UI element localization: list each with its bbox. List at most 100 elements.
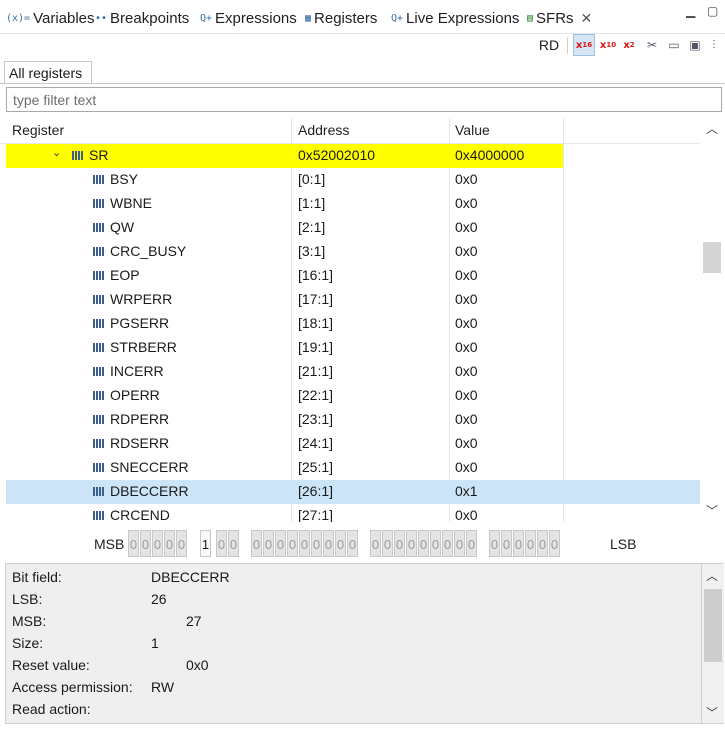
bit-cell[interactable]: 0: [394, 530, 405, 557]
export-icon[interactable]: ▣: [686, 34, 704, 56]
lsb-field-value: 26: [151, 591, 167, 607]
table-row[interactable]: WRPERR [17:1] 0x0: [0, 288, 700, 312]
read-button[interactable]: RD: [537, 34, 561, 56]
bit-cell[interactable]: 0: [323, 530, 334, 557]
register-icon: [72, 150, 85, 160]
scroll-up-icon[interactable]: ︿: [706, 567, 718, 584]
maximize-icon[interactable]: ▢: [707, 4, 718, 18]
table-row[interactable]: BSY [0:1] 0x0: [0, 168, 700, 192]
bit-cell[interactable]: 0: [311, 530, 322, 557]
bit-cell-set[interactable]: 1: [200, 530, 211, 557]
field-name-cell: QW: [93, 219, 134, 235]
scroll-up-icon[interactable]: ︿: [706, 120, 718, 137]
field-name: CRCEND: [110, 507, 170, 522]
collapse-chevron-icon[interactable]: ⌄: [52, 146, 61, 159]
close-icon[interactable]: ✕: [581, 10, 593, 27]
bit-cell[interactable]: 0: [176, 530, 187, 557]
lsb-label: LSB: [610, 536, 637, 552]
table-row[interactable]: RDSERR [24:1] 0x0: [0, 432, 700, 456]
tab-variables[interactable]: (x)= Variables: [6, 6, 95, 30]
scrollbar-thumb[interactable]: [704, 589, 722, 662]
column-header-register[interactable]: Register: [12, 122, 64, 138]
bitfield-icon: [93, 462, 106, 472]
table-row[interactable]: CRC_BUSY [3:1] 0x0: [0, 240, 700, 264]
column-header-address[interactable]: Address: [298, 122, 349, 138]
bit-cell[interactable]: 0: [164, 530, 175, 557]
bit-cell[interactable]: 0: [454, 530, 465, 557]
bit-cell[interactable]: 0: [537, 530, 548, 557]
field-address: [17:1]: [298, 291, 334, 307]
bit-cell[interactable]: 0: [549, 530, 560, 557]
table-row-register-sr[interactable]: ⌄ SR 0x52002010 0x4000000: [0, 144, 700, 168]
minimize-icon[interactable]: ▁: [686, 4, 695, 18]
bit-cell[interactable]: 0: [525, 530, 536, 557]
bit-cell[interactable]: 0: [513, 530, 524, 557]
bit-cell[interactable]: 0: [442, 530, 453, 557]
variables-icon: (x)=: [6, 12, 31, 24]
bitfield-icon: [93, 438, 106, 448]
registers-icon: ▦: [305, 12, 312, 24]
bit-cell[interactable]: 0: [140, 530, 151, 557]
scroll-down-icon[interactable]: ﹀: [706, 502, 718, 519]
bit-cell[interactable]: 0: [299, 530, 310, 557]
table-row[interactable]: WBNE [1:1] 0x0: [0, 192, 700, 216]
column-header-value[interactable]: Value: [455, 122, 490, 138]
scrollbar-thumb[interactable]: [703, 242, 721, 273]
tab-expressions[interactable]: Q+ Expressions: [200, 6, 297, 30]
tab-breakpoints[interactable]: •• Breakpoints: [95, 6, 189, 30]
view-menu-icon[interactable]: ⋮: [707, 34, 721, 56]
table-row[interactable]: SNECCERR [25:1] 0x0: [0, 456, 700, 480]
bit-cell[interactable]: 0: [501, 530, 512, 557]
bit-cell[interactable]: 0: [251, 530, 262, 557]
table-row[interactable]: QW [2:1] 0x0: [0, 216, 700, 240]
scroll-down-icon[interactable]: ﹀: [706, 704, 718, 721]
tab-variables-label: Variables: [33, 9, 95, 27]
bit-cell[interactable]: 0: [489, 530, 500, 557]
bitfield-icon: [93, 318, 106, 328]
decimal-format-button[interactable]: x 10: [598, 34, 618, 56]
field-address: [27:1]: [298, 507, 334, 522]
field-name-cell: EOP: [93, 267, 140, 283]
bit-cell[interactable]: 0: [347, 530, 358, 557]
bit-cell[interactable]: 0: [466, 530, 477, 557]
binary-format-button[interactable]: x2: [620, 34, 638, 56]
bit-cell[interactable]: 0: [287, 530, 298, 557]
table-row-selected[interactable]: DBECCERR [26:1] 0x1: [6, 480, 700, 504]
bit-cell[interactable]: 0: [430, 530, 441, 557]
bit-cell[interactable]: 0: [228, 530, 239, 557]
bit-field-value: DBECCERR: [151, 569, 230, 585]
table-row[interactable]: EOP [16:1] 0x0: [0, 264, 700, 288]
bit-cell[interactable]: 0: [406, 530, 417, 557]
hex-format-button[interactable]: x 16: [573, 34, 595, 56]
field-address: [1:1]: [298, 195, 326, 211]
field-address: [25:1]: [298, 459, 334, 475]
tab-live-expressions[interactable]: Q+ Live Expressions: [391, 6, 519, 30]
tab-registers[interactable]: ▦ Registers: [305, 6, 377, 30]
tab-all-registers[interactable]: All registers: [4, 61, 92, 84]
tab-live-expressions-label: Live Expressions: [406, 9, 520, 27]
bit-cell[interactable]: 0: [382, 530, 393, 557]
details-scrollbar[interactable]: ︿ ﹀: [702, 563, 724, 724]
table-row[interactable]: RDPERR [23:1] 0x0: [0, 408, 700, 432]
register-value: 0x4000000: [455, 147, 525, 163]
bit-cell[interactable]: 0: [128, 530, 139, 557]
bit-cell[interactable]: 0: [418, 530, 429, 557]
table-row[interactable]: CRCEND [27:1] 0x0: [0, 504, 700, 522]
bit-cell[interactable]: 0: [275, 530, 286, 557]
filter-input[interactable]: type filter text: [6, 87, 722, 112]
bit-cell[interactable]: 0: [263, 530, 274, 557]
table-row[interactable]: INCERR [21:1] 0x0: [0, 360, 700, 384]
table-row[interactable]: PGSERR [18:1] 0x0: [0, 312, 700, 336]
bit-cell[interactable]: 0: [152, 530, 163, 557]
bit-cell[interactable]: 0: [370, 530, 381, 557]
bit-cell[interactable]: 0: [216, 530, 227, 557]
edit-icon[interactable]: ▭: [665, 34, 683, 56]
bit-cell[interactable]: 0: [335, 530, 346, 557]
table-scrollbar[interactable]: ︿ ﹀: [700, 118, 725, 522]
table-row[interactable]: OPERR [22:1] 0x0: [0, 384, 700, 408]
register-name-cell: SR: [72, 147, 108, 163]
table-row[interactable]: STRBERR [19:1] 0x0: [0, 336, 700, 360]
subtab-divider: [0, 83, 725, 84]
configure-icon[interactable]: ✂: [643, 34, 661, 56]
tab-sfrs[interactable]: ▤ SFRs ✕: [527, 6, 593, 30]
